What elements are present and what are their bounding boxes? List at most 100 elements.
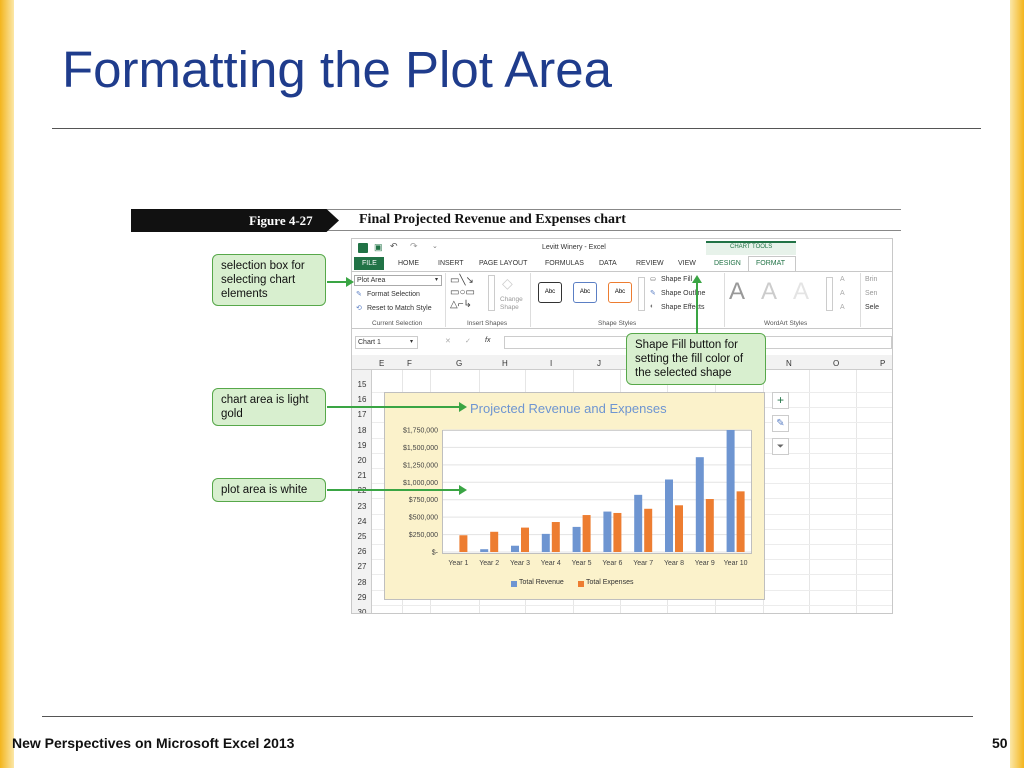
y-tick-label: $750,000 [409, 497, 438, 504]
bar-expenses[interactable] [490, 531, 499, 552]
shape-effects-icon: ◐ [650, 303, 655, 310]
tab-insert[interactable]: INSERT [438, 260, 464, 267]
cancel-icon[interactable]: ✕ [445, 337, 451, 345]
tab-view[interactable]: VIEW [678, 260, 696, 267]
bar-expenses[interactable] [551, 522, 560, 552]
tab-formulas[interactable]: FORMULAS [545, 260, 584, 267]
shape-style-3[interactable]: Abc [608, 282, 632, 303]
change-shape-button[interactable]: Change Shape [500, 296, 526, 312]
legend-expenses-swatch [578, 581, 584, 587]
text-outline-icon[interactable]: A [840, 290, 845, 297]
column-header-i[interactable]: I [550, 359, 552, 368]
change-shape-icon: ◇ [502, 275, 513, 291]
row-header-27[interactable]: 27 [352, 559, 372, 574]
column-header-e[interactable]: E [379, 359, 384, 368]
row-header-28[interactable]: 28 [352, 575, 372, 590]
row-header-26[interactable]: 26 [352, 544, 372, 559]
wordart-style-3[interactable]: A [793, 278, 809, 306]
column-header-f[interactable]: F [407, 359, 412, 368]
wordart-scroll[interactable] [826, 277, 833, 311]
shape-style-1[interactable]: Abc [538, 282, 562, 303]
row-header-18[interactable]: 18 [352, 423, 372, 438]
bar-revenue[interactable] [695, 457, 704, 552]
row-header-30[interactable]: 30 [352, 605, 372, 613]
callout-arrow-plot-area [327, 485, 467, 495]
column-header-g[interactable]: G [456, 359, 462, 368]
name-box-chevron-icon[interactable]: ▾ [410, 338, 413, 345]
tab-format-label: FORMAT [756, 260, 786, 267]
text-effects-icon[interactable]: A [840, 304, 845, 311]
tab-design[interactable]: DESIGN [714, 260, 741, 267]
column-header-j[interactable]: J [597, 359, 601, 368]
text-fill-icon[interactable]: A [840, 276, 845, 283]
insert-function-icon[interactable]: fx [485, 337, 490, 344]
chart-filter-icon[interactable]: ⏷ [772, 438, 789, 455]
shape-outline-icon: ✎ [650, 290, 656, 297]
bar-expenses[interactable] [459, 535, 468, 552]
column-header-o[interactable]: O [833, 359, 839, 368]
bar-revenue[interactable] [541, 533, 550, 552]
row-header-29[interactable]: 29 [352, 590, 372, 605]
row-header-21[interactable]: 21 [352, 468, 372, 483]
wordart-style-2[interactable]: A [761, 278, 777, 306]
row-header-24[interactable]: 24 [352, 514, 372, 529]
right-gold-band [1010, 0, 1024, 768]
bar-revenue[interactable] [511, 545, 519, 552]
bar-revenue[interactable] [572, 526, 581, 552]
wordart-style-1[interactable]: A [729, 278, 745, 306]
bar-expenses[interactable] [736, 491, 745, 552]
save-icon[interactable]: ▣ [374, 242, 383, 253]
format-selection-button[interactable]: Format Selection [367, 291, 420, 298]
y-tick-label: $1,000,000 [403, 480, 438, 487]
shape-styles-scroll[interactable] [638, 277, 645, 311]
x-tick-label: Year 5 [572, 560, 592, 567]
tab-home[interactable]: HOME [398, 260, 419, 267]
bar-expenses[interactable] [582, 515, 591, 552]
enter-icon[interactable]: ✓ [465, 337, 471, 345]
bar-expenses[interactable] [705, 499, 714, 552]
shapes-scroll[interactable] [488, 275, 495, 311]
row-header-15[interactable]: 15 [352, 377, 372, 392]
chart-elements-select-value: Plot Area [357, 277, 386, 284]
row-header-20[interactable]: 20 [352, 453, 372, 468]
callout-selection-box: selection box for selecting chart elemen… [212, 254, 326, 306]
selection-pane-button[interactable]: Sele [865, 304, 879, 311]
chevron-down-icon[interactable]: ▾ [435, 276, 438, 283]
x-tick-label: Year 2 [479, 560, 499, 567]
column-header-n[interactable]: N [786, 359, 792, 368]
undo-icon[interactable]: ↶ [390, 241, 398, 252]
bar-revenue[interactable] [480, 549, 489, 552]
bar-expenses[interactable] [521, 527, 529, 552]
bar-expenses[interactable] [644, 508, 653, 552]
column-header-h[interactable]: H [502, 359, 508, 368]
chart-elements-plus-icon[interactable]: + [772, 392, 789, 409]
tab-review[interactable]: REVIEW [636, 260, 664, 267]
bring-forward-button[interactable]: Brin [865, 276, 877, 283]
redo-icon[interactable]: ↷ [410, 241, 418, 252]
row-header-23[interactable]: 23 [352, 499, 372, 514]
format-selection-icon: ✎ [356, 291, 362, 298]
bar-revenue[interactable] [665, 479, 673, 552]
bar-expenses[interactable] [675, 505, 683, 552]
tab-data[interactable]: DATA [599, 260, 617, 267]
y-tick-label: $500,000 [409, 515, 438, 522]
customize-qat-icon[interactable]: ⌄ [432, 242, 438, 250]
column-header-p[interactable]: P [880, 359, 885, 368]
row-header-16[interactable]: 16 [352, 392, 372, 407]
chart-styles-brush-icon[interactable]: ✎ [772, 415, 789, 432]
row-header-25[interactable]: 25 [352, 529, 372, 544]
reset-to-match-style-button[interactable]: Reset to Match Style [367, 305, 432, 312]
bar-revenue[interactable] [634, 494, 643, 552]
row-header-17[interactable]: 17 [352, 407, 372, 422]
send-backward-button[interactable]: Sen [865, 290, 877, 297]
bar-expenses[interactable] [613, 512, 622, 552]
shape-outline-button[interactable]: Shape Outline [661, 290, 705, 297]
slide-title: Formatting the Plot Area [62, 41, 612, 98]
shape-fill-button[interactable]: Shape Fill [661, 276, 692, 283]
bar-revenue[interactable] [726, 430, 735, 552]
shape-style-2[interactable]: Abc [573, 282, 597, 303]
tab-page-layout[interactable]: PAGE LAYOUT [479, 260, 527, 267]
bar-revenue[interactable] [603, 511, 612, 552]
row-header-19[interactable]: 19 [352, 438, 372, 453]
chart-tools-label: CHART TOOLS [730, 244, 773, 250]
